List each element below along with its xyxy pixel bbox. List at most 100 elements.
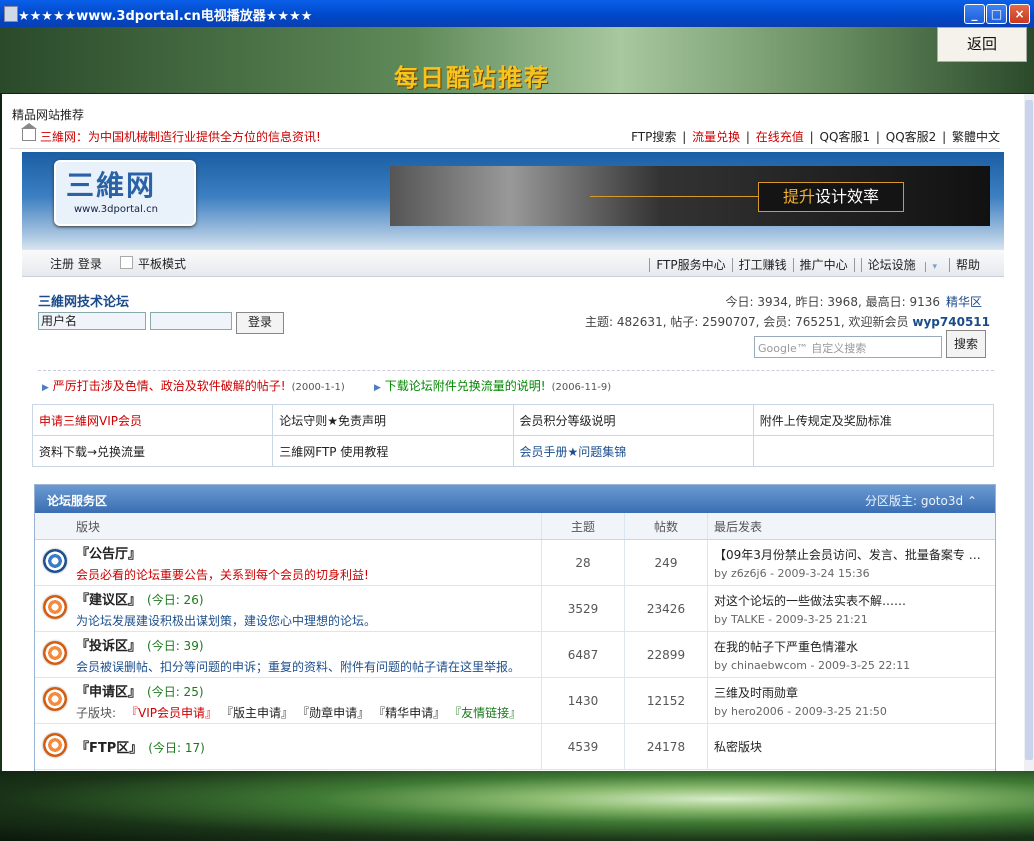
digest-link[interactable]: 精华区 xyxy=(946,295,982,309)
forum-section-title: 论坛服务区 xyxy=(47,494,108,508)
nav-earn-money[interactable]: 打工赚钱 xyxy=(731,258,793,272)
last-post-by[interactable]: by z6z6j6 - 2009-3-24 15:36 xyxy=(714,567,994,580)
nav-bar: 注册 登录 平板模式 FTP服务中心 打工赚钱 推广中心 论坛设施 ▾ 帮助 xyxy=(22,250,1004,277)
forum-info-cell: 『FTP区』 (今日: 17) xyxy=(75,723,542,770)
forum-stats-total: 主题: 482631, 帖子: 2590707, 会员: 765251, 欢迎新… xyxy=(585,313,990,330)
ad-text: 设计效率 xyxy=(815,187,880,206)
nav-forum-tools[interactable]: 论坛设施 ▾ xyxy=(853,258,949,272)
qq-service-1-link[interactable]: QQ客服1 xyxy=(820,130,871,144)
quick-link[interactable]: 会员手册★问题集锦 xyxy=(512,435,754,467)
back-button[interactable]: 返回 xyxy=(937,27,1027,62)
topics-count: 3529 xyxy=(541,585,625,632)
maximize-button[interactable]: □ xyxy=(986,4,1007,24)
notice-text: 严厉打击涉及色情、政治及软件破解的帖子! xyxy=(52,379,286,393)
quick-link[interactable]: 申请三維网VIP会员 xyxy=(31,404,274,436)
home-icon[interactable] xyxy=(21,123,37,141)
posts-count: 22899 xyxy=(624,631,708,678)
notice-date: (2006-11-9) xyxy=(551,382,612,393)
last-post-by[interactable]: by hero2006 - 2009-3-25 21:50 xyxy=(714,705,994,718)
search-button[interactable]: 搜索 xyxy=(946,330,986,358)
google-search-input[interactable]: Google™ 自定义搜索 xyxy=(754,336,942,358)
forum-section: 论坛服务区 分区版主: goto3d ⌃ 版块 主题 帖数 最后发表 『公告厅』… xyxy=(34,484,996,771)
last-post-cell: 对这个论坛的一些做法实表不解…… by TALKE - 2009-3-25 21:… xyxy=(707,585,995,632)
last-post-by[interactable]: by chinaebwcom - 2009-3-25 22:11 xyxy=(714,659,994,672)
traditional-chinese-link[interactable]: 繁體中文 xyxy=(952,130,1000,144)
minimize-button[interactable]: _ xyxy=(964,4,985,24)
notice-item[interactable]: ▶ 严厉打击涉及色情、政治及软件破解的帖子! (2000-1-1) xyxy=(42,377,345,394)
quick-link[interactable]: 论坛守则★免责声明 xyxy=(272,404,514,436)
scrollbar-thumb[interactable] xyxy=(1025,100,1033,760)
vertical-scrollbar[interactable] xyxy=(1024,94,1034,771)
qq-service-2-link[interactable]: QQ客服2 xyxy=(886,130,937,144)
quick-links-row: 资料下载→兑换流量 三維网FTP 使用教程 会员手册★问题集锦 xyxy=(31,435,995,467)
quick-link[interactable]: 会员积分等级说明 xyxy=(512,404,754,436)
separator: | xyxy=(942,130,947,144)
top-bar: 三維网：为中国机械制造行业提供全方位的信息资讯! FTP搜索 | 流量兑换 | … xyxy=(10,123,1000,149)
web-content: 精品网站推荐 三維网：为中国机械制造行业提供全方位的信息资讯! FTP搜索 | … xyxy=(2,94,1024,771)
nav-ftp-center[interactable]: FTP服务中心 xyxy=(649,258,732,272)
quick-link[interactable]: 资料下载→兑换流量 xyxy=(31,435,274,467)
forum-name-link[interactable]: 『建议区』 xyxy=(76,593,141,608)
login-button[interactable]: 登录 xyxy=(236,312,284,334)
section-label: 精品网站推荐 xyxy=(12,108,85,122)
last-post-link[interactable]: 在我的帖子下严重色情灌水 xyxy=(714,638,984,655)
forum-icon-cell xyxy=(35,723,75,770)
register-login-link[interactable]: 注册 登录 xyxy=(50,255,102,272)
newest-member-link[interactable]: wyp740511 xyxy=(912,315,990,329)
quick-link[interactable]: 三維网FTP 使用教程 xyxy=(272,435,514,467)
nav-help[interactable]: 帮助 xyxy=(948,258,986,272)
notice-item[interactable]: ▶ 下载论坛附件兑换流量的说明! (2006-11-9) xyxy=(374,377,611,394)
forum-section-header[interactable]: 论坛服务区 分区版主: goto3d ⌃ xyxy=(35,485,995,513)
topics-count: 28 xyxy=(541,539,625,586)
last-post-link[interactable]: 【09年3月份禁止会员访问、发言、批量备案专 … xyxy=(714,546,984,563)
notice-date: (2000-1-1) xyxy=(291,382,345,393)
subforum-label: 子版块: xyxy=(76,705,117,720)
last-post-cell: 三维及时雨勋章 by hero2006 - 2009-3-25 21:50 xyxy=(707,677,995,724)
password-input[interactable] xyxy=(150,312,232,330)
banner-title: 每日酷站推荐 xyxy=(394,63,550,92)
last-post-link[interactable]: 私密版块 xyxy=(714,738,984,755)
quick-link[interactable]: 附件上传规定及奖励标准 xyxy=(752,404,995,436)
forum-name[interactable]: 三維网技术论坛 xyxy=(38,291,129,310)
traffic-exchange-link[interactable]: 流量兑换 xyxy=(692,130,740,144)
site-logo[interactable]: 三維网 www.3dportal.cn xyxy=(54,160,196,226)
today-count: (今日: 25) xyxy=(147,684,204,699)
top-news-link[interactable]: 三維网：为中国机械制造行业提供全方位的信息资讯! xyxy=(40,128,321,145)
moderator-text: 分区版主: goto3d xyxy=(864,494,964,508)
last-post-link[interactable]: 三维及时雨勋章 xyxy=(714,684,984,701)
subforum-link[interactable]: 『精华申请』 xyxy=(379,706,445,720)
table-row: 『FTP区』 (今日: 17) 4539 24178 私密版块 xyxy=(35,723,995,770)
forum-status-icon xyxy=(43,641,67,665)
username-input[interactable]: 用户名 xyxy=(38,312,146,330)
subforum-link[interactable]: 『友情链接』 xyxy=(455,706,521,720)
arrow-icon: ▶ xyxy=(42,383,49,393)
forum-name-link[interactable]: 『公告厅』 xyxy=(76,547,141,562)
forum-name-link[interactable]: 『申请区』 xyxy=(76,685,141,700)
tablet-mode-checkbox[interactable] xyxy=(120,256,133,269)
ftp-search-link[interactable]: FTP搜索 xyxy=(631,130,676,144)
window-title-bar[interactable]: ★★★★★www.3dportal.cn电视播放器★★★★ _ □ × xyxy=(0,0,1034,27)
last-post-by[interactable]: by TALKE - 2009-3-25 21:21 xyxy=(714,613,994,626)
today-count: (今日: 26) xyxy=(147,592,204,607)
tablet-mode-label[interactable]: 平板模式 xyxy=(138,255,186,272)
quick-links-row: 申请三維网VIP会员 论坛守则★免责声明 会员积分等级说明 附件上传规定及奖励标… xyxy=(31,404,995,436)
ad-banner[interactable]: 提升设计效率 xyxy=(390,166,990,226)
ad-highlight: 提升 xyxy=(782,187,815,206)
online-recharge-link[interactable]: 在线充值 xyxy=(756,130,804,144)
forum-name-link[interactable]: 『投诉区』 xyxy=(76,639,141,654)
last-post-link[interactable]: 对这个论坛的一些做法实表不解…… xyxy=(714,592,984,609)
logo-text: 三維网 xyxy=(66,169,157,202)
collapse-icon[interactable]: ⌃ xyxy=(967,494,977,508)
forum-icon-cell xyxy=(35,539,75,586)
close-button[interactable]: × xyxy=(1009,4,1030,24)
subforum-link[interactable]: 『VIP会员申请』 xyxy=(126,706,217,720)
nav-promotion[interactable]: 推广中心 xyxy=(792,258,854,272)
nav-links: FTP服务中心 打工赚钱 推广中心 论坛设施 ▾ 帮助 xyxy=(649,256,986,273)
subforum-link[interactable]: 『版主申请』 xyxy=(227,706,293,720)
separator: | xyxy=(745,130,750,144)
subforum-link[interactable]: 『勋章申请』 xyxy=(303,706,369,720)
forum-name-link[interactable]: 『FTP区』 xyxy=(76,741,142,756)
header-topics: 主题 xyxy=(541,513,625,540)
today-count: (今日: 39) xyxy=(147,638,204,653)
nav-forum-tools-label: 论坛设施 xyxy=(860,258,922,272)
